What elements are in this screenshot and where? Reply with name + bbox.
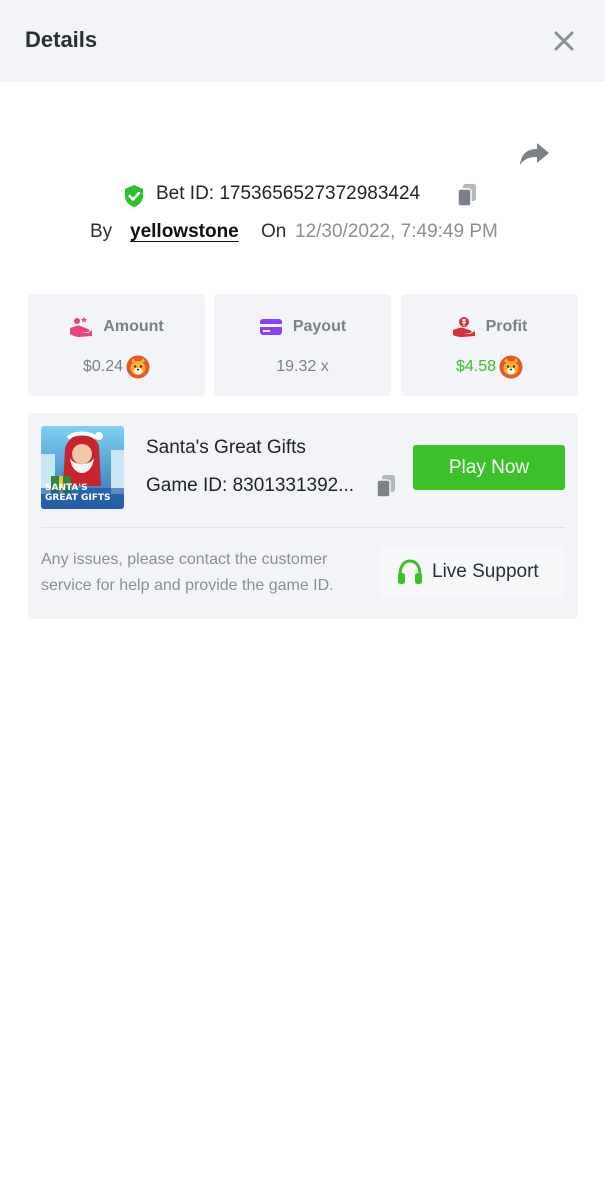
bet-id: Bet ID: 1753656527372983424 xyxy=(156,183,421,204)
shiba-coin-icon xyxy=(499,355,523,379)
by-label: By xyxy=(90,221,113,242)
game-id: Game ID: 8301331392... xyxy=(146,475,355,496)
page-title: Details xyxy=(25,27,98,52)
shiba-coin-icon xyxy=(126,355,150,379)
profit-card: Profit $4.58 xyxy=(401,294,578,396)
profit-label: Profit xyxy=(485,318,528,335)
payout-value: 19.32 x xyxy=(276,358,329,375)
profit-value-row: $4.58 xyxy=(401,354,578,380)
amount-card: Amount $0.24 xyxy=(28,294,205,396)
headset-icon xyxy=(398,559,422,584)
card-icon xyxy=(259,319,282,335)
bet-date: 12/30/2022, 7:49:49 PM xyxy=(295,221,498,242)
hand-money-icon xyxy=(452,317,475,337)
live-support-button[interactable]: Live Support xyxy=(380,547,564,597)
support-hint-text: Any issues, please contact the customer … xyxy=(41,551,334,594)
profit-value: $4.58 xyxy=(455,358,497,375)
play-now-button[interactable]: Play Now xyxy=(413,445,565,490)
close-icon[interactable] xyxy=(552,29,576,53)
copy-icon[interactable] xyxy=(456,183,478,207)
share-icon[interactable] xyxy=(518,140,550,168)
game-thumbnail-title: SANTA'S GREAT GIFTS xyxy=(45,483,111,503)
payout-label: Payout xyxy=(292,318,347,335)
details-header: Details xyxy=(0,0,605,82)
bet-meta-row: By yellowstone On 12/30/2022, 7:49:49 PM xyxy=(0,218,605,248)
on-label: On xyxy=(261,221,287,242)
bet-id-row: Bet ID: 1753656527372983424 xyxy=(0,180,605,210)
copy-icon[interactable] xyxy=(375,474,397,498)
amount-label: Amount xyxy=(103,318,164,335)
divider xyxy=(41,527,565,528)
game-name: Santa's Great Gifts xyxy=(146,437,306,458)
payout-card: Payout 19.32 x xyxy=(214,294,391,396)
amount-value: $0.24 xyxy=(82,358,124,375)
hand-coins-icon xyxy=(70,317,93,337)
game-card: SANTA'S GREAT GIFTS Santa's Great Gifts … xyxy=(28,413,578,619)
payout-value-row: 19.32 x xyxy=(214,354,391,380)
live-support-label: Live Support xyxy=(432,561,539,582)
username-link[interactable]: yellowstone xyxy=(130,221,239,243)
amount-value-row: $0.24 xyxy=(28,354,205,380)
shield-check-icon xyxy=(125,185,143,207)
